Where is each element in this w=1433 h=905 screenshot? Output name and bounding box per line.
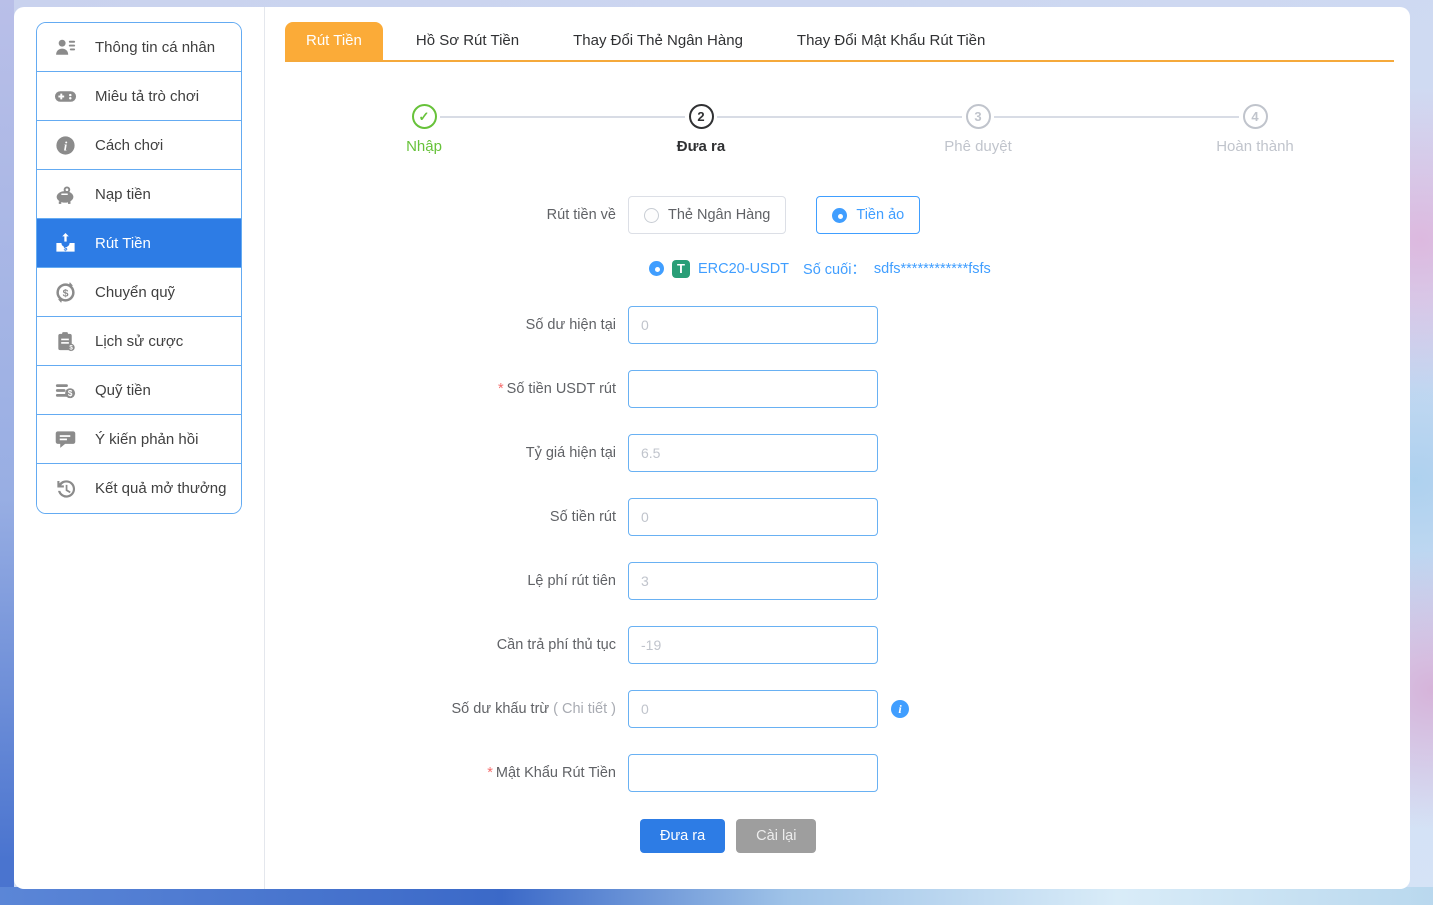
progress-stepper: ✓ Nhập 2 Đưa ra 3 Phê duyệt 4 Hoàn thành — [265, 104, 1410, 168]
withdraw-fee-input[interactable] — [628, 562, 878, 600]
sidebar-item-label: Rút Tiền — [95, 235, 151, 252]
svg-text:i: i — [64, 139, 68, 153]
exchange-rate-row: Tỷ giá hiện tại — [265, 434, 1410, 472]
field-label: Số dư hiện tại — [526, 317, 616, 333]
field-label: Số tiền USDT rút — [507, 381, 616, 397]
sidebar-item-label: Kết quả mở thưởng — [95, 480, 226, 497]
current-balance-row: Số dư hiện tại — [265, 306, 1410, 344]
sidebar-item-label: Chuyển quỹ — [95, 284, 175, 301]
step-input: ✓ Nhập — [344, 104, 504, 155]
crypto-network: ERC20-USDT — [698, 261, 789, 277]
svg-text:$: $ — [68, 389, 73, 398]
sidebar-item-label: Cách chơi — [95, 137, 163, 154]
feedback-icon — [54, 428, 77, 451]
withdraw-destination-row: Rút tiền về Thẻ Ngân Hàng Tiền ảo — [265, 196, 1410, 234]
crypto-masked-address: sdfs************fsfs — [874, 261, 991, 277]
content-area: Rút Tiền Hồ Sơ Rút Tiền Thay Đổi Thẻ Ngâ… — [265, 7, 1410, 889]
required-marker: * — [487, 765, 493, 781]
svg-text:$: $ — [69, 344, 73, 351]
withdraw-password-input[interactable] — [628, 754, 878, 792]
deduction-balance-input[interactable] — [628, 690, 878, 728]
tab-withdraw-records[interactable]: Hồ Sơ Rút Tiền — [395, 22, 540, 60]
tab-withdraw[interactable]: Rút Tiền — [285, 22, 383, 60]
svg-text:$: $ — [63, 287, 69, 299]
piggy-bank-icon — [54, 183, 77, 206]
sidebar-item-transfer-funds[interactable]: $ Chuyển quỹ — [37, 268, 241, 317]
crypto-radio-selected[interactable] — [649, 261, 664, 276]
sidebar-item-deposit[interactable]: Nạp tiền — [37, 170, 241, 219]
sidebar-item-draw-results[interactable]: Kết quả mở thưởng — [37, 464, 241, 513]
sidebar-item-how-to-play[interactable]: i Cách chơi — [37, 121, 241, 170]
funds-icon: $ — [54, 379, 77, 402]
info-icon[interactable]: i — [891, 700, 909, 718]
draw-results-icon — [54, 477, 77, 500]
tab-bar: Rút Tiền Hồ Sơ Rút Tiền Thay Đổi Thẻ Ngâ… — [285, 22, 1394, 62]
field-label: Số dư khấu trừ — [452, 701, 550, 717]
field-label: Tỷ giá hiện tại — [526, 445, 616, 461]
step-check-icon: ✓ — [412, 104, 437, 129]
svg-text:$: $ — [64, 245, 68, 252]
field-label: Lệ phí rút tiên — [527, 573, 616, 589]
usdt-amount-input[interactable] — [628, 370, 878, 408]
current-balance-input[interactable] — [628, 306, 878, 344]
withdraw-fee-row: Lệ phí rút tiên — [265, 562, 1410, 600]
details-link[interactable]: ( Chi tiết ) — [553, 701, 616, 717]
processing-fee-input[interactable] — [628, 626, 878, 664]
usdt-amount-row: *Số tiền USDT rút — [265, 370, 1410, 408]
withdraw-amount-input[interactable] — [628, 498, 878, 536]
radio-dot — [644, 208, 659, 223]
background-left-band — [0, 0, 14, 905]
withdraw-icon: $ — [54, 232, 77, 255]
field-label: Mật Khẩu Rút Tiền — [496, 765, 616, 781]
info-icon: i — [54, 134, 77, 157]
form-actions: Đưa ra Cài lại — [640, 819, 1410, 853]
background-bottom-band — [0, 887, 1433, 905]
tether-icon: T — [672, 260, 690, 278]
sidebar-item-game-description[interactable]: Miêu tả trò chơi — [37, 72, 241, 121]
sidebar-item-personal-info[interactable]: Thông tin cá nhân — [37, 23, 241, 72]
processing-fee-row: Cần trả phí thủ tục — [265, 626, 1410, 664]
sidebar-item-feedback[interactable]: Ý kiến phản hồi — [37, 415, 241, 464]
tab-change-bank-card[interactable]: Thay Đổi Thẻ Ngân Hàng — [552, 22, 764, 60]
sidebar-item-label: Thông tin cá nhân — [95, 39, 215, 56]
step-complete: 4 Hoàn thành — [1175, 104, 1335, 155]
withdraw-amount-row: Số tiền rút — [265, 498, 1410, 536]
deduction-balance-row: Số dư khấu trừ ( Chi tiết ) i — [265, 690, 1410, 728]
sidebar-item-label: Ý kiến phản hồi — [95, 431, 198, 448]
required-marker: * — [498, 381, 504, 397]
withdraw-destination-options: Thẻ Ngân Hàng Tiền ảo — [628, 196, 920, 234]
crypto-last-digits-label: Số cuối： — [803, 258, 866, 279]
sidebar-item-funds[interactable]: $ Quỹ tiền — [37, 366, 241, 415]
main-panel: Thông tin cá nhân Miêu tả trò chơi i Các… — [14, 7, 1410, 889]
radio-bank-card[interactable]: Thẻ Ngân Hàng — [628, 196, 786, 234]
user-info-icon — [54, 36, 77, 59]
transfer-funds-icon: $ — [54, 281, 77, 304]
radio-dot-selected — [832, 208, 847, 223]
bet-history-icon: $ — [54, 330, 77, 353]
field-label: Số tiền rút — [550, 509, 616, 525]
field-label: Cần trả phí thủ tục — [497, 637, 616, 653]
withdraw-form: Số dư hiện tại *Số tiền USDT rút Tỷ giá … — [265, 306, 1410, 853]
sidebar-item-withdraw[interactable]: $ Rút Tiền — [37, 219, 241, 268]
submit-button[interactable]: Đưa ra — [640, 819, 725, 853]
exchange-rate-input[interactable] — [628, 434, 878, 472]
sidebar-item-label: Miêu tả trò chơi — [95, 88, 199, 105]
sidebar-item-bet-history[interactable]: $ Lịch sử cược — [37, 317, 241, 366]
step-submit: 2 Đưa ra — [621, 104, 781, 155]
withdraw-password-row: *Mật Khẩu Rút Tiền — [265, 754, 1410, 792]
withdraw-destination-label: Rút tiền về — [265, 196, 628, 234]
reset-button[interactable]: Cài lại — [736, 819, 816, 853]
crypto-account-row[interactable]: T ERC20-USDT Số cuối： sdfs************fs… — [649, 258, 1410, 279]
gamepad-icon — [54, 85, 77, 108]
sidebar-item-label: Lịch sử cược — [95, 333, 183, 350]
sidebar: Thông tin cá nhân Miêu tả trò chơi i Các… — [36, 22, 242, 514]
step-approve: 3 Phê duyệt — [898, 104, 1058, 155]
radio-crypto[interactable]: Tiền ảo — [816, 196, 920, 234]
sidebar-item-label: Quỹ tiền — [95, 382, 151, 399]
sidebar-item-label: Nạp tiền — [95, 186, 151, 203]
tab-change-withdraw-password[interactable]: Thay Đổi Mật Khẩu Rút Tiền — [776, 22, 1006, 60]
